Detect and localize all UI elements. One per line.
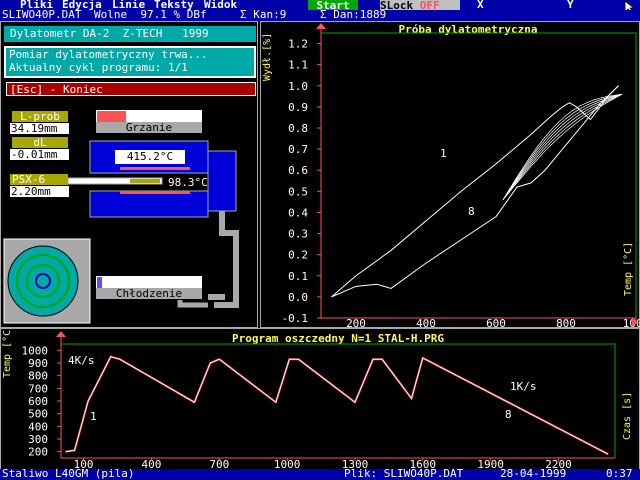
cooling-label: Chłodzenie: [96, 288, 202, 299]
device-title: Dylatometr DA-2 Z-TECH 1999: [4, 26, 256, 42]
y-tick-label: 1.1: [288, 59, 308, 72]
y-tick-label: -0.1: [282, 312, 309, 325]
heater-lower-icon: [120, 191, 190, 194]
heater-upper-icon: [120, 167, 190, 170]
program-series-measured: [65, 356, 609, 455]
y-tick-label: 0.1: [288, 270, 308, 283]
program-y-tick-label: 900: [28, 357, 48, 370]
furnace-side: [207, 150, 237, 212]
info-line-1: Pomiar dylatometryczny trwa...: [9, 48, 208, 61]
segment-annotation-8: 8: [505, 408, 512, 421]
lprob-label: L-prob: [12, 111, 68, 122]
annotation-1: 1: [440, 147, 447, 160]
footer-date: 28-04-1999: [500, 467, 567, 480]
sample-icon: [130, 179, 160, 183]
y-tick-label: 0.2: [288, 249, 308, 262]
transformation-loop: [502, 93, 623, 200]
segment-annotation-1: 1: [90, 410, 97, 423]
x-coordinate-label: X: [477, 0, 484, 11]
annotation-8: 8: [468, 205, 475, 218]
y-tick-label: 0.5: [288, 185, 308, 198]
program-y-tick-label: 300: [28, 433, 48, 446]
y-axis-right-label: Temp [°C]: [623, 242, 634, 296]
y-tick-label: 0.4: [288, 206, 308, 219]
chart-title: Próba dylatometryczna: [398, 23, 537, 36]
footer-file: Plik: SLIWO40P.DAT: [344, 467, 464, 480]
y-axis-arrow-icon: [316, 23, 326, 29]
footer-material: Staliwo L40GM (pila): [2, 467, 135, 480]
rate-annotation-2: 1K/s: [510, 380, 537, 393]
y-tick-label: 1.0: [288, 80, 308, 93]
device-title-text: Dylatometr DA-2 Z-TECH 1999: [10, 27, 209, 40]
gas-pipe-icon: [214, 211, 239, 308]
y-tick-label: 0.8: [288, 122, 308, 135]
program-y-tick-label: 200: [28, 446, 48, 459]
transformation-loop: [502, 93, 623, 200]
lprob-value: 34.19mm: [10, 123, 69, 134]
menu-widok[interactable]: Widok: [204, 0, 237, 10]
program-y-tick-label: 700: [28, 382, 48, 395]
program-y-tick-label: 500: [28, 408, 48, 421]
program-title: Program oszczedny N=1 STAL-H.PRG: [232, 332, 444, 345]
x-tick-label: 1000: [623, 317, 640, 328]
y-tick-label: 1.2: [288, 38, 308, 51]
status-dan: Σ Dan:1889: [320, 8, 387, 21]
gas-pipe-tail: [177, 300, 208, 308]
program-y-tick-label: 1000: [22, 344, 49, 357]
y-coordinate-label: Y: [567, 0, 574, 11]
temperature-program-chart: Program oszczedny N=1 STAL-H.PRG 1000900…: [2, 328, 633, 470]
status-kan: Σ Kan:9: [240, 8, 287, 21]
sample-temp: 98.3°C: [168, 176, 208, 189]
program-series-1: [65, 355, 609, 456]
y-tick-label: 0.7: [288, 143, 308, 156]
transformation-loop: [502, 93, 623, 200]
dilatometry-chart: Próba dylatometryczna 1.2 1.1 1.0 0.9 0.8 0.7…: [262, 23, 640, 328]
y-tick-label: 0.3: [288, 228, 308, 241]
status-free: Wolne 97.1 % DBf: [94, 8, 207, 21]
transformation-loop: [502, 93, 623, 200]
pump-hub: [35, 273, 51, 289]
footer-time: 0:37: [606, 467, 633, 480]
status-line: SLIWO40P.DAT Wolne 97.1 % DBf Σ Kan:9 Σ …: [0, 8, 640, 21]
furnace-lower: [89, 190, 209, 218]
program-y-arrow-icon: [56, 331, 66, 337]
program-plot-frame: [60, 343, 616, 459]
furnace-temp: 415.2°C: [115, 150, 185, 164]
esc-exit-button[interactable]: [Esc] - Koniec: [6, 82, 256, 96]
program-y-tick-label: 600: [28, 395, 48, 408]
y-tick-label: 0.0: [288, 291, 308, 304]
plot-frame: [320, 32, 637, 319]
program-y-label: Temp [°C]: [2, 328, 13, 378]
cooling-bar-fill: [97, 277, 103, 288]
program-y-right-label: Czas [s]: [622, 392, 633, 440]
status-file: SLIWO40P.DAT: [2, 8, 82, 21]
footer-bar: Staliwo L40GM (pila) Plik: SLIWO40P.DAT …: [0, 467, 640, 480]
transformation-loop: [502, 93, 623, 200]
program-y-tick-label: 800: [28, 370, 48, 383]
transformation-loop: [502, 93, 623, 200]
y-tick-label: 0.6: [288, 164, 308, 177]
program-y-tick-label: 400: [28, 420, 48, 433]
heating-bar-fill: [97, 111, 127, 122]
info-box: Pomiar dylatometryczny trwa... Aktualny …: [4, 46, 256, 78]
info-line-2: Aktualny cykl programu: 1/1: [9, 61, 188, 74]
heating-label: Grzanie: [96, 122, 202, 133]
rate-annotation-1: 4K/s: [68, 354, 95, 367]
y-axis-label: Wydł.[%]: [262, 33, 273, 81]
y-tick-label: 0.9: [288, 101, 308, 114]
